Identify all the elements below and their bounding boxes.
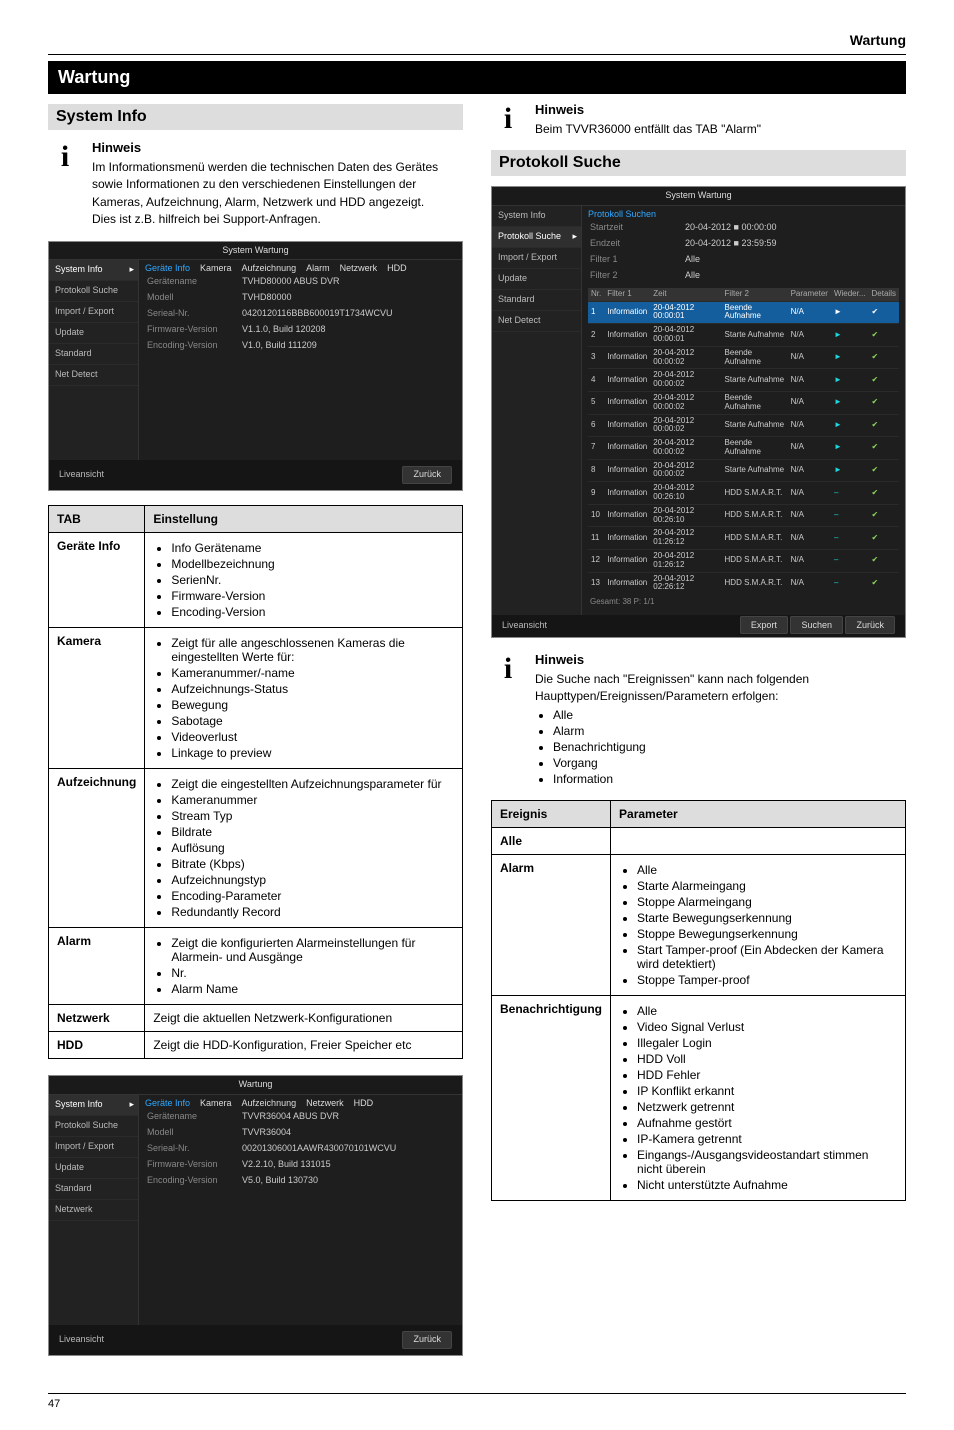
dvr-title: System Wartung (49, 242, 462, 261)
footer: 47 (48, 1393, 906, 1410)
dvr-sidebar: System InfoProtokoll SucheImport / Expor… (492, 206, 582, 615)
liveview-label: Liveansicht (59, 470, 104, 480)
screenshot-systeminfo-2: Wartung System InfoProtokoll SucheImport… (48, 1075, 463, 1356)
page-number: 47 (48, 1398, 60, 1410)
type-list: AlleAlarmBenachrichtigungVorgangInformat… (535, 708, 906, 786)
info-icon: i (491, 652, 525, 686)
back-button[interactable]: Zurück (402, 466, 452, 484)
hint-label: Hinweis (92, 140, 463, 155)
back-button[interactable]: Zurück (402, 1331, 452, 1349)
col-event: Ereignis (492, 800, 611, 827)
hint-text: Dies ist z.B. hilfreich bei Support-Anfr… (92, 211, 463, 228)
liveview-label: Liveansicht (502, 621, 547, 631)
dvr-search-fields: Startzeit20-04-2012 ■ 00:00:00Endzeit20-… (582, 220, 905, 284)
hint-text: Die Suche nach "Ereignissen" kann nach f… (535, 671, 906, 706)
heading-protokoll: Protokoll Suche (491, 150, 906, 176)
dvr-kv-list: GerätenameTVHD80000 ABUS DVRModellTVHD80… (139, 274, 462, 353)
rule (48, 54, 906, 55)
sysinfo-table: TAB Einstellung Geräte InfoInfo Gerätena… (48, 505, 463, 1059)
col-param: Parameter (611, 800, 906, 827)
dvr-title: Wartung (49, 1076, 462, 1095)
screenshot-protokoll: System Wartung System InfoProtokoll Such… (491, 186, 906, 638)
hint-text: Beim TVVR36000 entfällt das TAB "Alarm" (535, 121, 761, 138)
section-band: Wartung (48, 61, 906, 94)
back-button[interactable]: Zurück (845, 616, 895, 634)
dvr-tabs: Geräte InfoKameraAufzeichnungNetzwerkHDD (139, 1095, 462, 1109)
band-title: Wartung (58, 67, 896, 88)
dvr-kv-list: GerätenameTVVR36004 ABUS DVRModellTVVR36… (139, 1109, 462, 1188)
col-tab: TAB (49, 506, 145, 533)
col-setting: Einstellung (145, 506, 463, 533)
dvr-log-table: Nr.Filter 1ZeitFilter 2ParameterWieder..… (588, 288, 899, 595)
hint-label: Hinweis (535, 652, 906, 667)
heading-systeminfo: System Info (48, 104, 463, 130)
export-button[interactable]: Export (740, 616, 788, 634)
dvr-sidebar: System InfoProtokoll SucheImport / Expor… (49, 1095, 139, 1325)
dvr-tabs: Geräte InfoKameraAufzeichnungAlarmNetzwe… (139, 260, 462, 274)
page-heading: Wartung (48, 32, 906, 54)
event-table: Ereignis Parameter AlleAlarmAlleStarte A… (491, 800, 906, 1201)
liveview-label: Liveansicht (59, 1335, 104, 1345)
result-total: Gesamt: 38 P: 1/1 (588, 594, 899, 611)
dvr-title: System Wartung (492, 187, 905, 206)
screenshot-systeminfo: System Wartung System InfoProtokoll Such… (48, 241, 463, 492)
search-button[interactable]: Suchen (790, 616, 843, 634)
info-icon: i (48, 140, 82, 174)
hint-text: Im Informationsmenü werden die technisch… (92, 159, 463, 211)
dvr-tabs: Protokoll Suchen (582, 206, 905, 220)
dvr-sidebar: System InfoProtokoll SucheImport / Expor… (49, 260, 139, 460)
info-icon: i (491, 102, 525, 136)
hint-label: Hinweis (535, 102, 761, 117)
